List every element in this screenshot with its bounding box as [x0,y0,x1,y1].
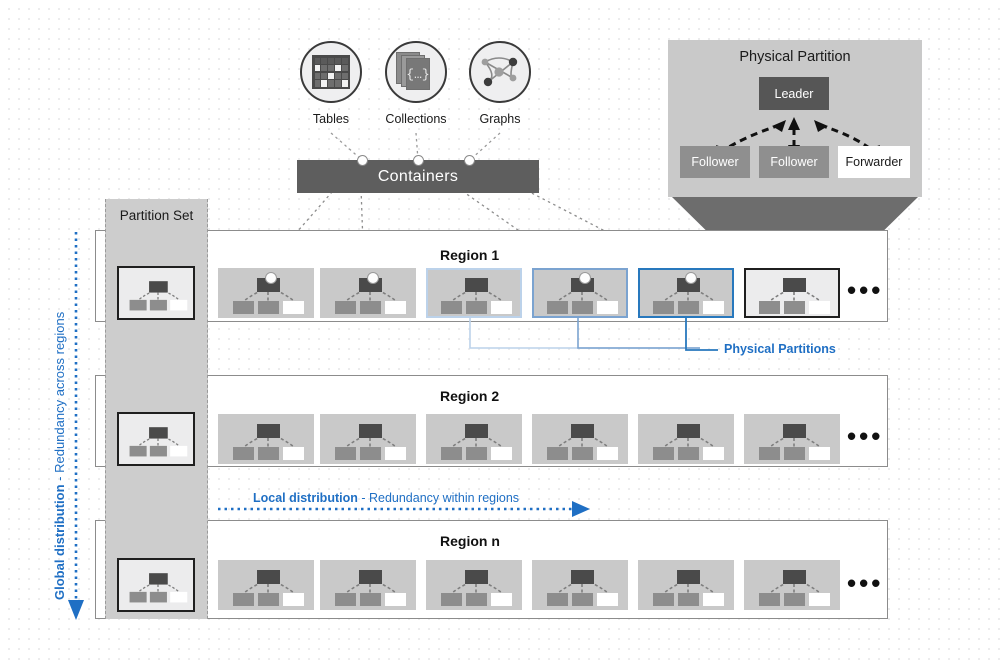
partition-replica-graph [653,424,724,460]
partition-connector-dot [265,272,277,284]
partition-replica-graph [129,281,188,311]
partition-replica-graph [759,278,830,314]
partition-replica-graph [129,427,188,457]
partition-region2-3[interactable] [426,414,522,464]
partition-region2-6[interactable] [744,414,840,464]
partition-replica-graph [759,570,830,606]
partition-set-rep-3[interactable] [117,558,195,612]
partition-replica-graph [441,278,512,314]
partition-regionn-2[interactable] [320,560,416,610]
partition-replica-graph [441,570,512,606]
partition-replica-graph [653,570,724,606]
partition-connector-dot [367,272,379,284]
partition-replica-graph [233,424,304,460]
partition-region1-6[interactable] [744,268,840,318]
partition-region1-1[interactable] [218,268,314,318]
partition-region1-3[interactable] [426,268,522,318]
partition-replica-graph [759,424,830,460]
partition-region1-5[interactable] [638,268,734,318]
partition-regionn-1[interactable] [218,560,314,610]
partition-replica-graph [335,570,406,606]
partition-replica-graph [129,573,188,603]
partition-replica-graph [547,570,618,606]
partition-region2-1[interactable] [218,414,314,464]
partition-regionn-5[interactable] [638,560,734,610]
partition-region1-2[interactable] [320,268,416,318]
partition-set-rep-2[interactable] [117,412,195,466]
partition-regionn-4[interactable] [532,560,628,610]
partition-set-rep-1[interactable] [117,266,195,320]
partition-regionn-3[interactable] [426,560,522,610]
partition-region1-4[interactable] [532,268,628,318]
partition-connector-dot [579,272,591,284]
partition-region2-2[interactable] [320,414,416,464]
partition-replica-graph [233,570,304,606]
partition-region2-4[interactable] [532,414,628,464]
partition-replica-graph [547,424,618,460]
partition-connector-dot [685,272,697,284]
partition-region2-5[interactable] [638,414,734,464]
diagram-canvas: Tables {…} Collections Graphs Containers… [0,0,1000,665]
partition-thumbnails-layer [0,0,1000,665]
partition-replica-graph [441,424,512,460]
partition-replica-graph [335,424,406,460]
partition-regionn-6[interactable] [744,560,840,610]
